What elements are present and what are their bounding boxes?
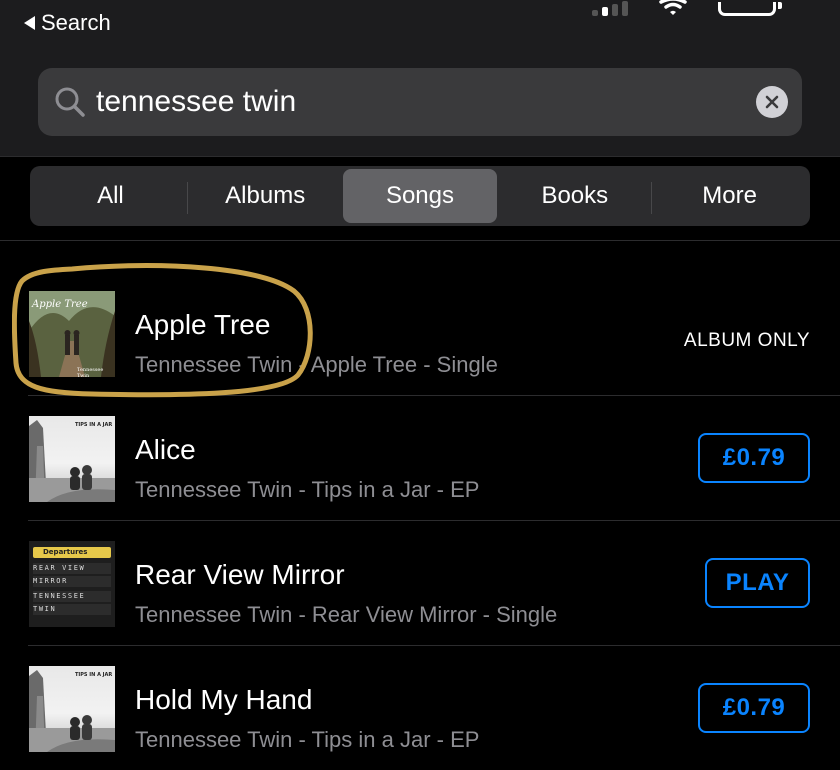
song-row-rear-view-mirror[interactable]: Departures REAR VIEW MIRROR TENNESSEE TW… xyxy=(0,521,840,646)
tab-more-label: More xyxy=(702,182,757,209)
artwork-title-text: Departures xyxy=(43,548,88,556)
departures-board: REAR VIEW MIRROR TENNESSEE TWIN xyxy=(33,563,111,615)
tab-all-label: All xyxy=(97,182,124,209)
album-artwork-tips-in-a-jar: TIPS IN A JAR xyxy=(29,416,115,502)
artwork-artist-text: Tennessee Twin xyxy=(77,367,104,377)
cellular-signal-icon xyxy=(592,0,628,16)
song-row-hold-my-hand[interactable]: TIPS IN A JAR Hold My Hand Tennessee Twi… xyxy=(0,646,840,770)
itunes-store-search-screen: Search tennessee twin All Albums Songs B… xyxy=(0,0,840,770)
song-row-alice[interactable]: TIPS IN A JAR Alice Tennessee Twin - Tip… xyxy=(0,396,840,521)
song-title: Apple Tree xyxy=(135,309,271,340)
song-row-apple-tree[interactable]: Apple Tree Tennessee Twin Apple Tree Ten… xyxy=(0,271,840,396)
tab-all[interactable]: All xyxy=(33,169,188,223)
album-only-label: ALBUM ONLY xyxy=(683,330,810,351)
album-artwork-rear-view-mirror: Departures REAR VIEW MIRROR TENNESSEE TW… xyxy=(29,541,115,627)
clear-search-icon[interactable] xyxy=(756,86,788,118)
board-line: REAR VIEW xyxy=(33,563,111,574)
tab-albums-label: Albums xyxy=(225,182,306,209)
album-artwork-apple-tree: Apple Tree Tennessee Twin xyxy=(29,291,115,377)
search-bar[interactable] xyxy=(38,68,802,136)
back-link-label: Search xyxy=(41,10,111,35)
back-to-search-link[interactable]: Search xyxy=(24,10,111,36)
song-subtitle: Tennessee Twin - Rear View Mirror - Sing… xyxy=(135,602,558,627)
buy-price-button[interactable]: £0.79 xyxy=(698,433,810,483)
tab-albums[interactable]: Albums xyxy=(188,169,343,223)
song-title: Rear View Mirror xyxy=(135,559,345,590)
status-icons xyxy=(592,0,782,16)
wifi-icon xyxy=(658,0,688,16)
song-subtitle: Tennessee Twin - Tips in a Jar - EP xyxy=(135,477,480,502)
tab-more[interactable]: More xyxy=(652,169,807,223)
tab-books-label: Books xyxy=(541,182,609,209)
buy-price-button[interactable]: £0.79 xyxy=(698,683,810,733)
tab-songs[interactable]: Songs xyxy=(342,169,498,223)
board-line: TWIN xyxy=(33,604,111,615)
song-subtitle: Tennessee Twin - Apple Tree - Single xyxy=(135,352,498,377)
header-divider xyxy=(0,240,840,241)
album-artwork-tips-in-a-jar: TIPS IN A JAR xyxy=(29,666,115,752)
song-title: Hold My Hand xyxy=(135,684,313,715)
battery-icon xyxy=(718,2,782,16)
search-input[interactable] xyxy=(96,82,736,122)
search-header: Search xyxy=(0,0,840,157)
search-icon xyxy=(55,87,85,117)
board-line: MIRROR xyxy=(33,576,111,587)
artwork-title-text: Apple Tree xyxy=(32,299,88,310)
tab-books[interactable]: Books xyxy=(497,169,653,223)
artwork-title-text: TIPS IN A JAR xyxy=(75,422,113,428)
play-button[interactable]: PLAY xyxy=(705,558,810,608)
board-line: TENNESSEE xyxy=(33,591,111,602)
category-segmented-control: All Albums Songs Books More xyxy=(30,166,810,226)
song-title: Alice xyxy=(135,434,196,465)
back-arrow-icon xyxy=(24,16,35,30)
artwork-title-text: TIPS IN A JAR xyxy=(75,672,113,678)
tab-songs-label: Songs xyxy=(385,182,455,209)
song-subtitle: Tennessee Twin - Tips in a Jar - EP xyxy=(135,727,480,752)
